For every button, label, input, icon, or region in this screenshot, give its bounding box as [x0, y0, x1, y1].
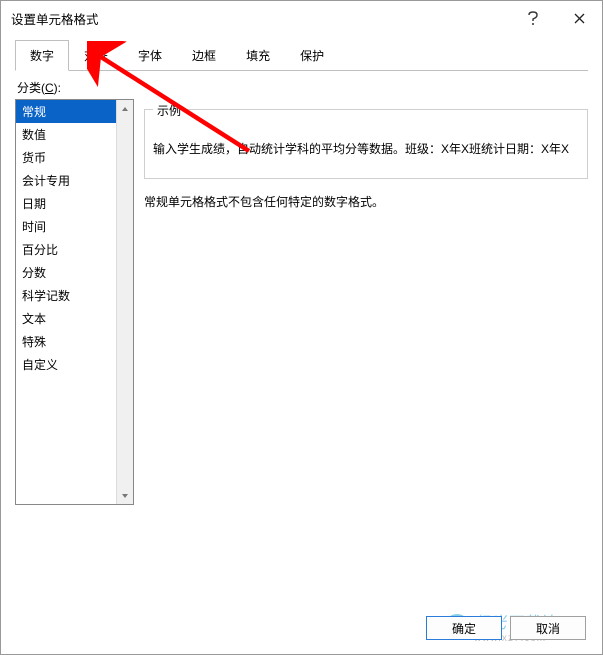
format-description: 常规单元格格式不包含任何特定的数字格式。 [144, 193, 588, 210]
format-cells-dialog: 设置单元格格式 数字 对齐 字体 边框 填充 保护 分类(C): [0, 0, 603, 655]
list-item[interactable]: 文本 [16, 307, 116, 330]
listbox-scrollbar[interactable] [116, 100, 133, 504]
dialog-tabs: 数字 对齐 字体 边框 填充 保护 [1, 35, 602, 71]
scroll-track[interactable] [117, 117, 133, 487]
tab-fill[interactable]: 填充 [231, 40, 285, 71]
dialog-body: 分类(C): 常规 数值 货币 会计专用 日期 时间 百分比 分数 科学记数 文… [1, 71, 602, 505]
list-item[interactable]: 货币 [16, 146, 116, 169]
titlebar: 设置单元格格式 [1, 1, 602, 35]
help-icon [527, 11, 539, 25]
tab-border[interactable]: 边框 [177, 40, 231, 71]
list-item[interactable]: 常规 [16, 100, 116, 123]
chevron-down-icon [121, 493, 129, 499]
list-item[interactable]: 百分比 [16, 238, 116, 261]
tab-protection[interactable]: 保护 [285, 40, 339, 71]
category-label: 分类(C): [15, 77, 588, 99]
list-item[interactable]: 自定义 [16, 353, 116, 376]
list-item[interactable]: 日期 [16, 192, 116, 215]
right-pane: 示例 输入学生成绩，自动统计学科的平均分等数据。班级：X年X班统计日期：X年X … [144, 99, 588, 505]
list-item[interactable]: 时间 [16, 215, 116, 238]
list-item[interactable]: 分数 [16, 261, 116, 284]
tab-alignment[interactable]: 对齐 [69, 40, 123, 71]
tab-font[interactable]: 字体 [123, 40, 177, 71]
close-button[interactable] [556, 2, 602, 34]
example-group: 示例 输入学生成绩，自动统计学科的平均分等数据。班级：X年X班统计日期：X年X [144, 109, 588, 179]
scroll-up-arrow[interactable] [117, 100, 133, 117]
help-button[interactable] [510, 2, 556, 34]
cancel-button[interactable]: 取消 [510, 616, 586, 640]
tab-number[interactable]: 数字 [15, 40, 69, 71]
example-text: 输入学生成绩，自动统计学科的平均分等数据。班级：X年X班统计日期：X年X [153, 140, 579, 157]
chevron-up-icon [121, 106, 129, 112]
ok-button[interactable]: 确定 [426, 616, 502, 640]
list-item[interactable]: 特殊 [16, 330, 116, 353]
close-icon [574, 13, 585, 24]
category-listbox[interactable]: 常规 数值 货币 会计专用 日期 时间 百分比 分数 科学记数 文本 特殊 自定… [15, 99, 134, 505]
dialog-title: 设置单元格格式 [11, 9, 99, 28]
list-item[interactable]: 科学记数 [16, 284, 116, 307]
example-legend: 示例 [153, 102, 185, 119]
dialog-buttons: 确定 取消 [426, 616, 586, 640]
list-item[interactable]: 数值 [16, 123, 116, 146]
list-item[interactable]: 会计专用 [16, 169, 116, 192]
scroll-down-arrow[interactable] [117, 487, 133, 504]
